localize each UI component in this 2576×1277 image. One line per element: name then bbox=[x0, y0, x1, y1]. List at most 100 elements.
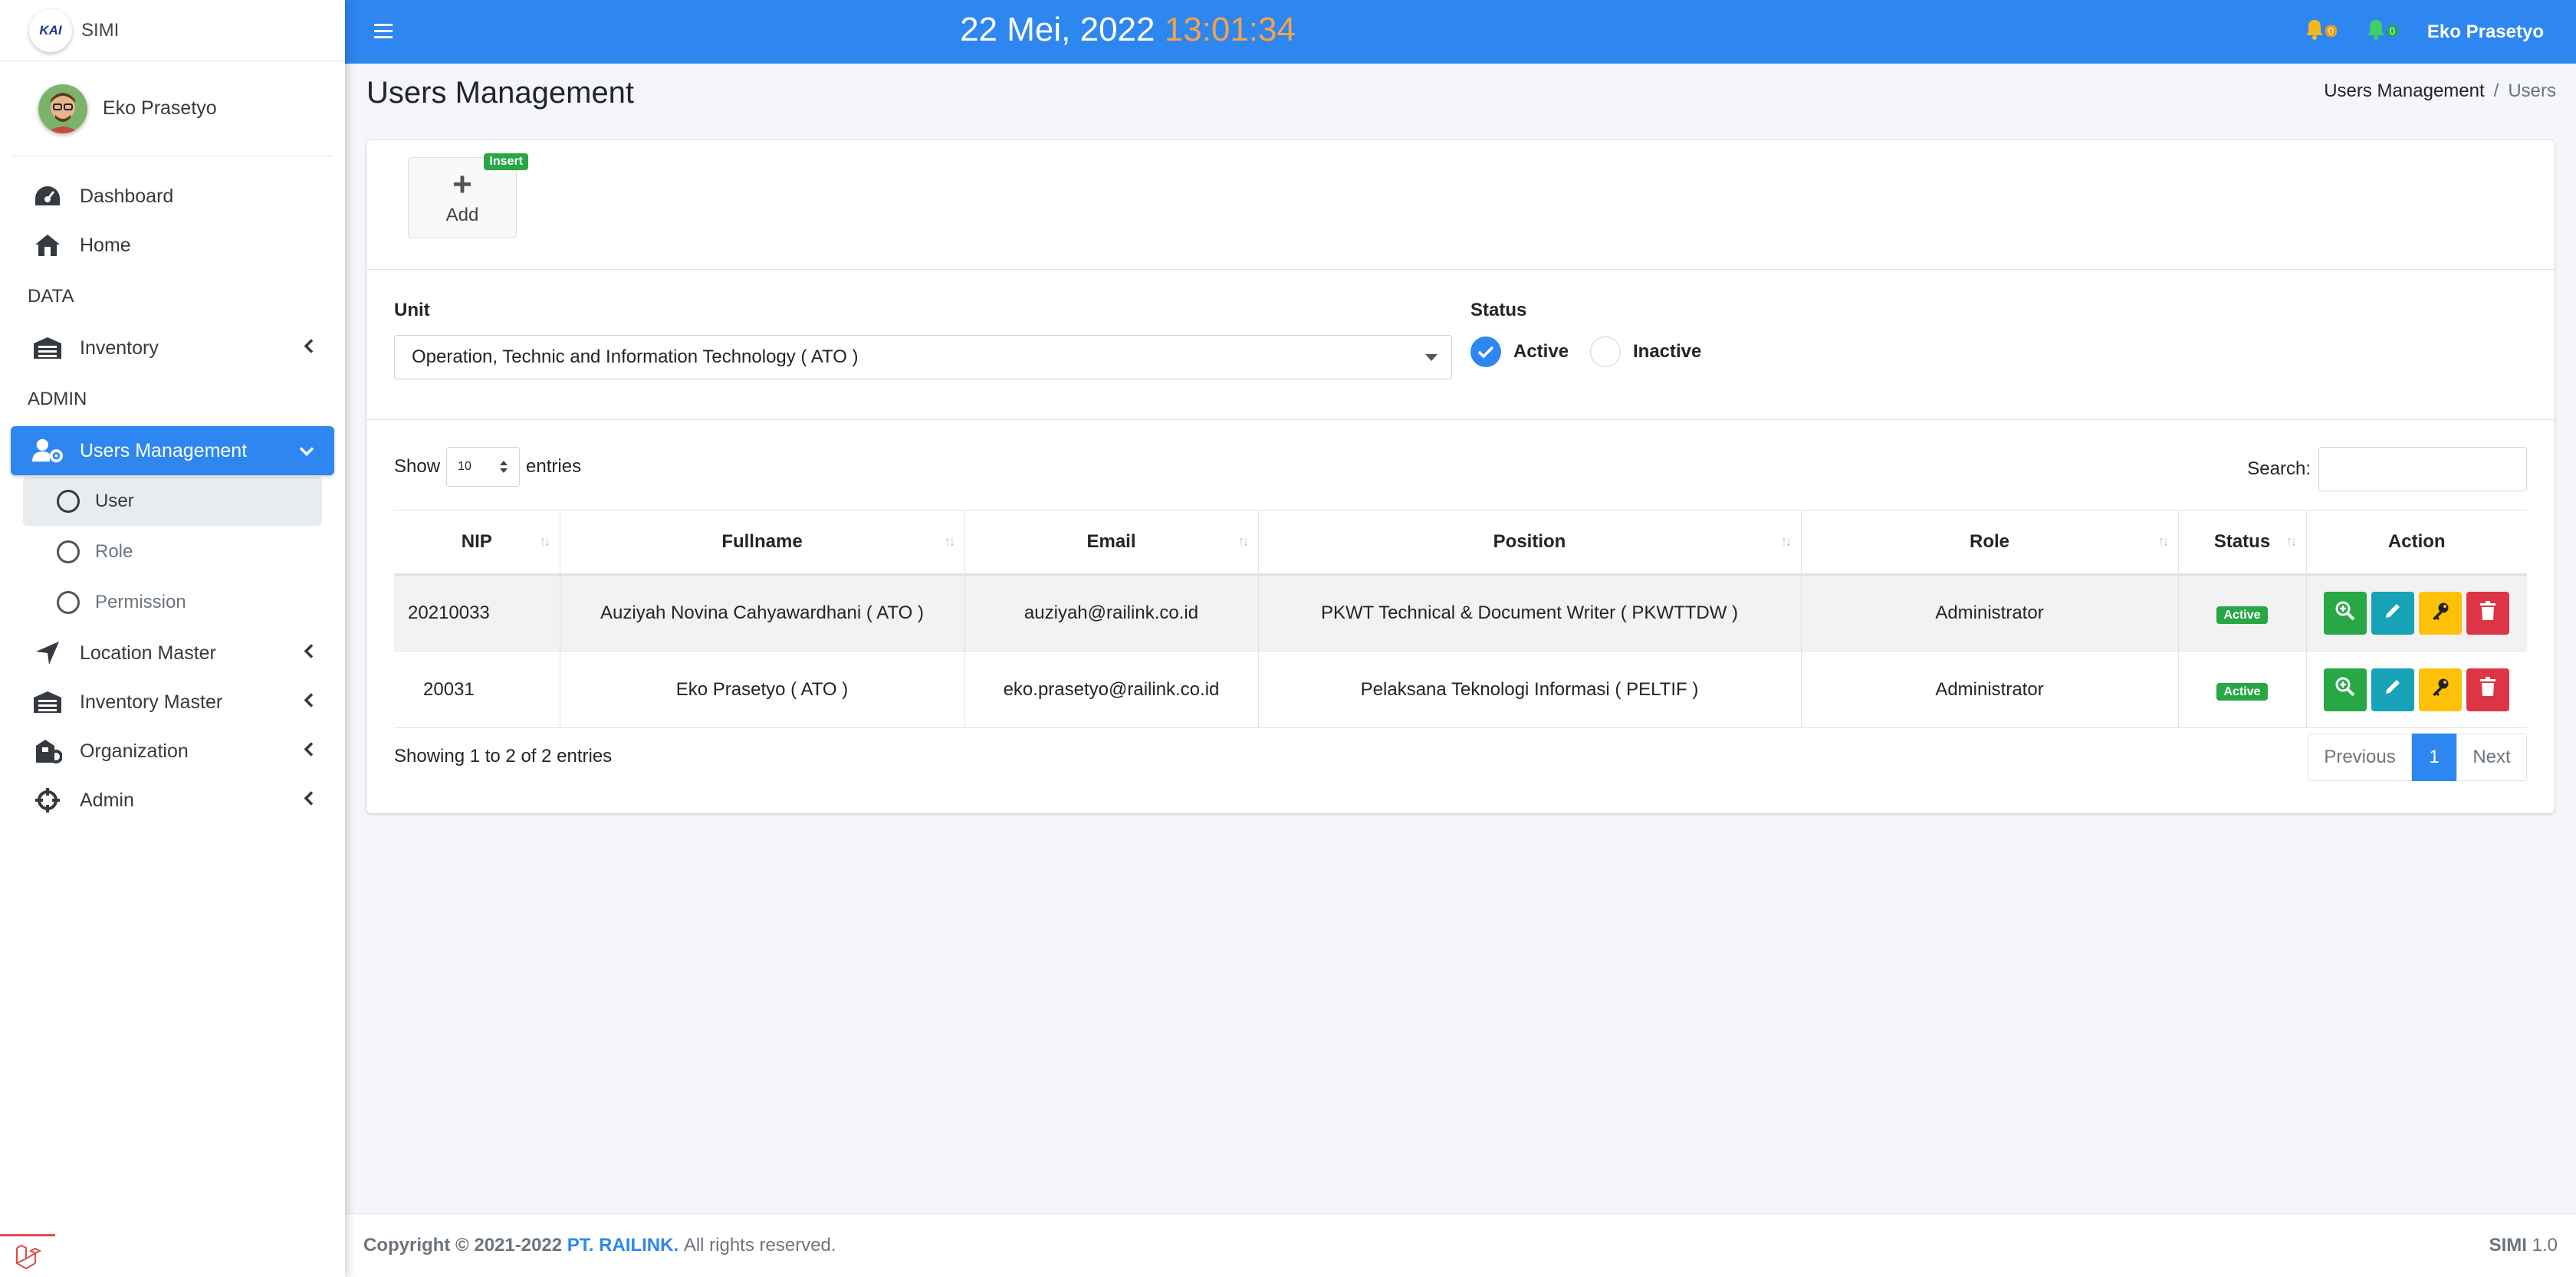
sort-icon: ↑↓ bbox=[1237, 533, 1250, 549]
add-label: Add bbox=[445, 205, 479, 225]
company-link[interactable]: PT. RAILINK. bbox=[567, 1235, 678, 1256]
search-control: Search: bbox=[2247, 447, 2527, 491]
search-input[interactable] bbox=[2318, 447, 2527, 491]
header-user-menu[interactable]: Eko Prasetyo bbox=[2427, 21, 2544, 43]
sidebar-item-admin[interactable]: Admin bbox=[11, 776, 334, 825]
page-title: Users Management bbox=[366, 76, 635, 110]
dashboard-icon bbox=[32, 182, 63, 210]
cell-nip: 20210033 bbox=[394, 574, 560, 652]
sidebar-item-label: Location Master bbox=[80, 642, 216, 664]
sidebar-subitem-user[interactable]: User bbox=[23, 477, 322, 526]
version-number: 1.0 bbox=[2532, 1235, 2558, 1256]
column-header-role[interactable]: Role ↑↓ bbox=[1800, 510, 2178, 576]
cell-nip: 20031 bbox=[394, 651, 560, 728]
notification-count: 0 bbox=[2325, 25, 2337, 37]
notification-count: 0 bbox=[2386, 25, 2398, 37]
notification-bell-green[interactable]: 0 bbox=[2366, 18, 2400, 46]
sidebar-item-organization[interactable]: Organization bbox=[11, 727, 334, 776]
cell-email: auziyah@railink.co.id bbox=[964, 574, 1258, 652]
circle-icon bbox=[57, 591, 80, 614]
unit-select-value: Operation, Technic and Information Techn… bbox=[412, 346, 859, 367]
sidebar-item-label: Dashboard bbox=[80, 185, 174, 207]
sidebar-item-dashboard[interactable]: Dashboard bbox=[11, 172, 334, 221]
home-icon bbox=[32, 231, 63, 259]
sidebar-item-label: Users Management bbox=[80, 439, 248, 461]
pagination-next[interactable]: Next bbox=[2456, 734, 2527, 781]
sidebar-item-location-master[interactable]: Location Master bbox=[11, 629, 334, 678]
app-name: SIMI bbox=[2489, 1235, 2527, 1256]
breadcrumb-parent[interactable]: Users Management bbox=[2324, 80, 2484, 101]
avatar bbox=[38, 84, 87, 133]
bell-icon bbox=[2305, 19, 2325, 44]
chevron-down-icon bbox=[299, 440, 314, 462]
delete-button[interactable] bbox=[2466, 668, 2510, 711]
breadcrumb-separator: / bbox=[2493, 80, 2499, 101]
search-plus-icon bbox=[2335, 677, 2355, 702]
view-button[interactable] bbox=[2324, 668, 2367, 711]
status-inactive-label: Inactive bbox=[1633, 341, 1702, 362]
breadcrumb: Users Management / Users bbox=[2324, 80, 2556, 102]
cell-status: Active bbox=[2177, 651, 2306, 728]
edit-button[interactable] bbox=[2371, 668, 2415, 711]
column-header-status[interactable]: Status ↑↓ bbox=[2177, 510, 2306, 576]
sidebar-subitem-label: Permission bbox=[95, 592, 186, 612]
laravel-icon bbox=[0, 1234, 55, 1277]
users-card: + Add Insert Unit Operation, Technic and… bbox=[366, 140, 2555, 813]
user-panel[interactable]: Eko Prasetyo bbox=[12, 61, 333, 156]
pagination-previous[interactable]: Previous bbox=[2308, 734, 2412, 781]
column-header-email[interactable]: Email ↑↓ bbox=[964, 510, 1258, 576]
status-badge: Active bbox=[2216, 606, 2268, 624]
status-badge: Active bbox=[2216, 682, 2268, 701]
delete-button[interactable] bbox=[2466, 592, 2510, 635]
sort-icon: ↑↓ bbox=[1780, 533, 1792, 549]
rights-text: All rights reserved. bbox=[683, 1235, 836, 1256]
status-radio-inactive[interactable]: Inactive bbox=[1590, 336, 1701, 367]
search-plus-icon bbox=[2335, 601, 2355, 626]
radio-empty-icon bbox=[1590, 336, 1621, 367]
cell-actions bbox=[2305, 574, 2527, 652]
status-radio-active[interactable]: Active bbox=[1470, 336, 1569, 367]
sidebar-item-label: Organization bbox=[80, 740, 189, 762]
page-length-value: 10 bbox=[458, 460, 472, 473]
divider bbox=[366, 269, 2555, 270]
key-icon bbox=[2430, 677, 2450, 702]
chevron-left-icon bbox=[304, 740, 314, 763]
column-header-nip[interactable]: NIP ↑↓ bbox=[394, 510, 560, 576]
nav-header-data: DATA bbox=[28, 286, 74, 307]
edit-button[interactable] bbox=[2371, 592, 2415, 635]
sort-icon: ↑↓ bbox=[2157, 533, 2170, 549]
brand-link[interactable]: KAI SIMI bbox=[0, 0, 345, 61]
sidebar-item-label: Home bbox=[80, 234, 131, 256]
sidebar-subitem-label: Role bbox=[95, 541, 133, 562]
column-header-position[interactable]: Position ↑↓ bbox=[1257, 510, 1801, 576]
page-length-select[interactable]: 10 bbox=[446, 447, 521, 487]
users-cog-icon bbox=[32, 437, 63, 465]
pagination-page-1[interactable]: 1 bbox=[2412, 734, 2456, 781]
sidebar: KAI SIMI Eko Prasetyo Dashboard Home DAT… bbox=[0, 0, 345, 1277]
user-name: Eko Prasetyo bbox=[103, 97, 217, 119]
plus-icon: + bbox=[452, 166, 472, 203]
sidebar-item-inventory[interactable]: Inventory bbox=[11, 323, 334, 373]
sidebar-item-home[interactable]: Home bbox=[11, 221, 334, 270]
column-header-fullname[interactable]: Fullname ↑↓ bbox=[559, 510, 964, 576]
sidebar-item-users-management[interactable]: Users Management bbox=[11, 426, 334, 475]
copyright-text: Copyright © 2021-2022 bbox=[363, 1235, 563, 1256]
unit-select[interactable]: Operation, Technic and Information Techn… bbox=[394, 335, 1452, 379]
top-navbar: 22 Mei, 2022 13:01:34 0 0 Eko Prasetyo bbox=[345, 0, 2576, 64]
trash-icon bbox=[2479, 677, 2496, 702]
sidebar-item-inventory-master[interactable]: Inventory Master bbox=[11, 678, 334, 727]
sort-icon: ↑↓ bbox=[2285, 533, 2298, 549]
reset-password-button[interactable] bbox=[2419, 592, 2463, 635]
view-button[interactable] bbox=[2324, 592, 2367, 635]
add-button[interactable]: + Add Insert bbox=[408, 153, 528, 238]
reset-password-button[interactable] bbox=[2419, 668, 2463, 711]
pencil-icon bbox=[2384, 678, 2402, 701]
location-arrow-icon bbox=[32, 639, 63, 667]
caret-down-icon bbox=[1425, 354, 1438, 361]
circle-icon bbox=[57, 490, 80, 513]
sidebar-subitem-permission[interactable]: Permission bbox=[23, 578, 322, 627]
bell-icon bbox=[2366, 19, 2386, 44]
warehouse-icon bbox=[32, 334, 63, 362]
sidebar-subitem-role[interactable]: Role bbox=[23, 527, 322, 576]
notification-bell-orange[interactable]: 0 bbox=[2305, 18, 2338, 46]
